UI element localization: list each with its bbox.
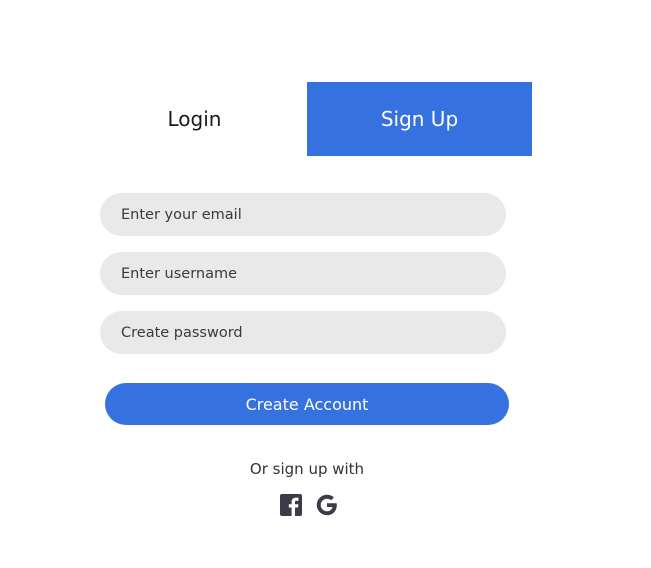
tab-signup-label: Sign Up [380, 107, 459, 131]
alt-signup-text: Or sign up with [249, 460, 365, 478]
tab-login[interactable]: Login [82, 82, 307, 156]
tab-login-label: Login [167, 107, 222, 131]
create-account-label: Create Account [245, 394, 369, 414]
tab-signup[interactable]: Sign Up [307, 82, 532, 156]
auth-tabs: Login Sign Up [82, 82, 532, 156]
password-field[interactable] [100, 311, 506, 354]
create-account-button[interactable]: Create Account [105, 383, 509, 425]
username-field[interactable] [100, 252, 506, 295]
signup-page: Login Sign Up Create Account Or sign up … [0, 0, 651, 568]
google-icon[interactable] [315, 493, 339, 517]
email-field[interactable] [100, 193, 506, 236]
social-signup-options [279, 493, 339, 517]
facebook-icon[interactable] [279, 493, 303, 517]
